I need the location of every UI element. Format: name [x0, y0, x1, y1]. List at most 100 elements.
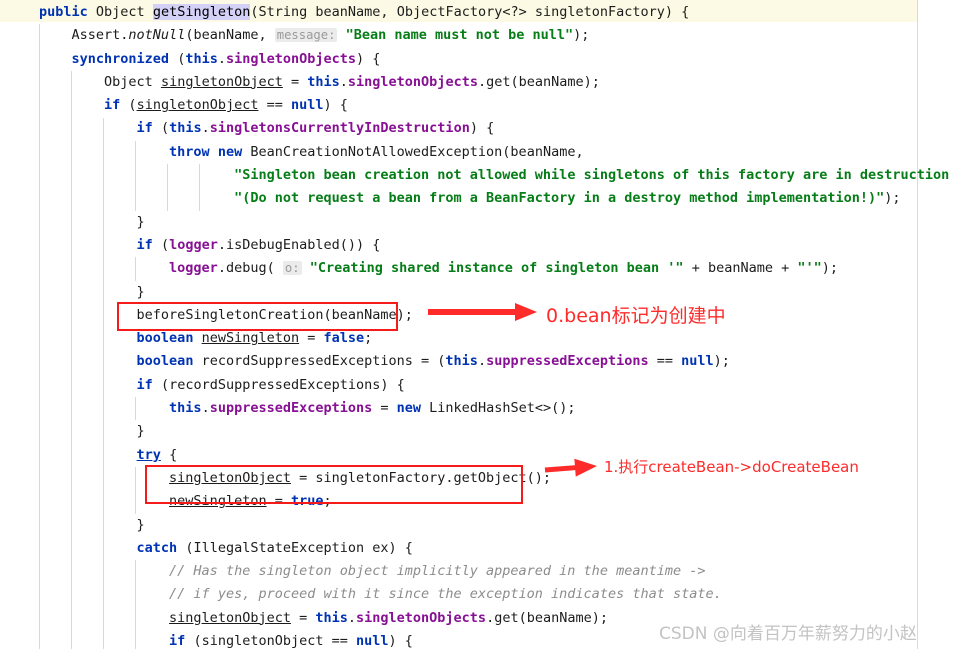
code-token: (beanName, [185, 27, 275, 44]
code-token: LinkedHashSet<>(); [421, 400, 576, 417]
code-line[interactable]: } [39, 281, 965, 304]
code-token: "'" [797, 260, 822, 277]
code-line[interactable]: if (recordSuppressedExceptions) { [39, 374, 965, 397]
code-token: } [136, 423, 145, 440]
code-token: singletonObject [136, 97, 259, 114]
code-token: if [136, 120, 153, 137]
code-token: if [104, 97, 121, 114]
code-token: this [445, 353, 478, 370]
annotation-label: 1.执行createBean->doCreateBean [604, 458, 859, 476]
code-token: .isDebugEnabled()) { [217, 236, 381, 253]
code-token: . [217, 50, 226, 67]
code-token: Assert. [71, 27, 129, 44]
code-token: synchronized [71, 50, 170, 67]
code-token: "Singleton bean creation not allowed whi… [234, 167, 950, 184]
code-token: singletonObject [169, 609, 291, 626]
code-token: newSingleton [169, 493, 267, 510]
code-token: = [282, 73, 308, 90]
code-token: (recordSuppressedExceptions) { [152, 376, 405, 393]
code-token: ) { [469, 120, 495, 137]
code-token: getSingleton [152, 4, 251, 20]
code-token: ( [169, 50, 186, 67]
code-line[interactable]: throw new BeanCreationNotAllowedExceptio… [39, 141, 965, 164]
code-token: . [477, 353, 487, 370]
code-token: o: [282, 261, 302, 276]
code-token: . [201, 120, 210, 137]
code-token: notNull [128, 27, 186, 44]
code-line[interactable]: public Object getSingleton(String beanNa… [39, 1, 965, 24]
code-token: public [39, 4, 88, 20]
code-token: ); [884, 190, 901, 207]
code-token: null [356, 633, 389, 649]
code-token: message: [274, 28, 338, 43]
code-line[interactable]: Object singletonObject = this.singletonO… [39, 71, 965, 94]
code-token: . [347, 609, 357, 626]
code-token: ) { [323, 97, 348, 114]
code-token: new [396, 400, 422, 417]
code-token: beforeSingletonCreation(beanName); [136, 306, 413, 323]
code-token: == [648, 353, 682, 370]
code-token: this [185, 50, 218, 67]
code-line[interactable]: } [39, 420, 965, 443]
code-token: = singletonFactory.getObject(); [290, 469, 552, 486]
code-line[interactable]: catch (IllegalStateException ex) { [39, 537, 965, 560]
code-token: if [136, 236, 153, 253]
code-token: . [201, 400, 210, 417]
code-token: ( [152, 236, 170, 253]
code-token: . [339, 73, 348, 90]
code-text[interactable]: public Object getSingleton(String beanNa… [39, 1, 965, 649]
code-line[interactable]: Assert.notNull(beanName, message: "Bean … [39, 24, 965, 47]
code-token: ; [364, 330, 373, 347]
code-token: ; [323, 493, 332, 510]
code-token: throw [169, 143, 210, 160]
code-token: = [299, 330, 324, 347]
code-line[interactable]: synchronized (this.singletonObjects) { [39, 48, 965, 71]
code-token: ) { [356, 50, 381, 67]
code-token: ); [713, 353, 730, 370]
code-token: .get(beanName); [486, 609, 608, 626]
code-line[interactable]: } [39, 211, 965, 234]
code-token: "Bean name must not be null" [345, 27, 574, 44]
code-line[interactable]: // if yes, proceed with it since the exc… [39, 583, 965, 606]
code-line[interactable]: } [39, 514, 965, 537]
code-line[interactable]: if (singletonObject == null) { [39, 94, 965, 117]
code-line[interactable]: if (logger.isDebugEnabled()) { [39, 234, 965, 257]
code-line[interactable]: newSingleton = true; [39, 490, 965, 513]
code-token: ); [821, 260, 839, 277]
code-token: boolean [136, 330, 194, 347]
code-token: null [681, 353, 714, 370]
code-line[interactable]: if (this.singletonsCurrentlyInDestructio… [39, 117, 965, 140]
code-line[interactable]: "(Do not request a bean from a BeanFacto… [39, 187, 965, 210]
code-line[interactable]: // Has the singleton object implicitly a… [39, 560, 965, 583]
code-line[interactable]: this.suppressedExceptions = new LinkedHa… [39, 397, 965, 420]
code-token: if [136, 376, 153, 393]
code-token: new [217, 143, 243, 160]
code-line[interactable]: boolean newSingleton = false; [39, 327, 965, 350]
code-token: this [315, 609, 348, 626]
code-token: try [136, 446, 161, 463]
code-line[interactable]: beforeSingletonCreation(beanName); [39, 304, 965, 327]
code-line[interactable]: boolean recordSuppressedExceptions = (th… [39, 350, 965, 373]
code-token: Object [95, 4, 145, 20]
code-token: ) { [388, 633, 413, 649]
code-token: singletonObjects [225, 50, 357, 67]
code-token: singletonObject [169, 469, 291, 486]
code-token: // Has the singleton object implicitly a… [169, 563, 706, 580]
code-line[interactable]: logger.debug( o: "Creating shared instan… [39, 257, 965, 280]
code-token: // if yes, proceed with it since the exc… [169, 586, 722, 603]
code-token: singletonsCurrentlyInDestruction [209, 120, 470, 137]
code-token: (IllegalStateException ex) { [177, 539, 413, 556]
code-token: false [323, 330, 365, 347]
code-editor[interactable]: public Object getSingleton(String beanNa… [0, 0, 965, 649]
code-token: singletonObjects [356, 609, 487, 626]
code-token: } [136, 516, 145, 533]
code-token: ( [120, 97, 137, 114]
code-token: = [372, 400, 397, 417]
code-line[interactable]: "Singleton bean creation not allowed whi… [39, 164, 965, 187]
code-token: true [290, 493, 324, 510]
code-token: if [169, 633, 186, 649]
